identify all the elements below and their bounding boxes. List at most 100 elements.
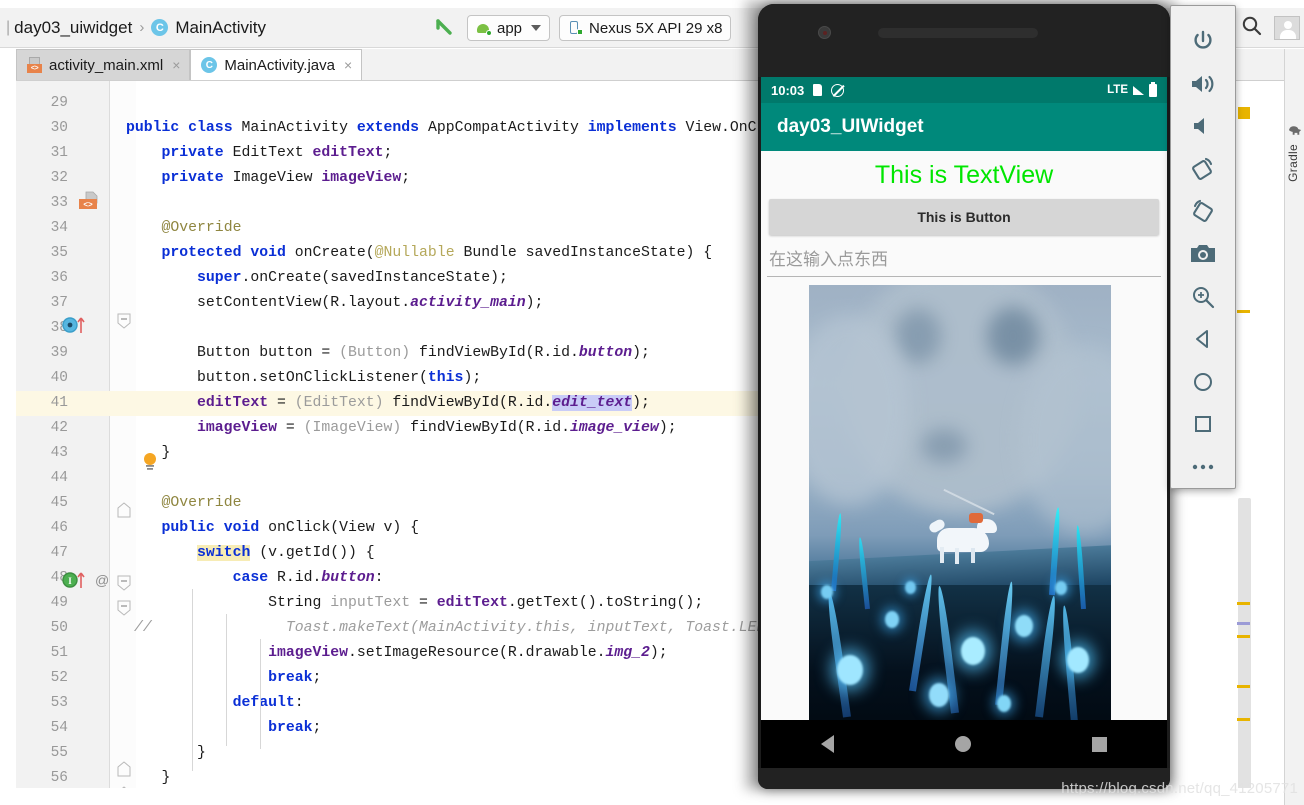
close-icon[interactable]: × [344, 57, 352, 73]
edittext-widget[interactable]: 在这输入点东西 [767, 243, 1161, 277]
back-nav-icon[interactable] [821, 735, 835, 753]
code-text[interactable]: break; [126, 666, 321, 691]
line-number: 56 [50, 770, 68, 786]
fold-marker-end-onclick[interactable] [117, 786, 131, 788]
close-icon[interactable]: × [172, 57, 180, 73]
line-number: 48 [50, 570, 68, 586]
code-text[interactable]: imageView.setImageResource(R.drawable.im… [126, 641, 668, 666]
device-label: Nexus 5X API 29 x8 [589, 19, 723, 37]
recents-nav-icon[interactable] [1091, 736, 1107, 752]
overview-button[interactable] [1170, 403, 1236, 446]
power-button[interactable] [1170, 20, 1236, 63]
code-text[interactable]: case R.id.button: [126, 566, 384, 591]
run-configuration-selector[interactable]: app [467, 15, 551, 41]
intention-bulb-icon[interactable] [142, 452, 158, 478]
code-text[interactable]: protected void onCreate(@Nullable Bundle… [126, 241, 713, 266]
svg-text:I: I [68, 576, 72, 586]
java-class-icon: C [151, 19, 169, 36]
code-text[interactable]: String inputText = editText.getText().to… [126, 591, 703, 616]
fold-marker-onclick[interactable] [117, 575, 131, 596]
line-number: 55 [50, 745, 68, 761]
signal-icon [1133, 85, 1144, 95]
tab-mainactivity-java[interactable]: C MainActivity.java × [190, 49, 363, 80]
screenshot-button[interactable] [1170, 233, 1236, 276]
code-text[interactable]: private EditText editText; [126, 141, 393, 166]
breadcrumb-separator: › [139, 19, 145, 36]
location-off-icon [831, 83, 845, 97]
code-text[interactable]: super.onCreate(savedInstanceState); [126, 266, 508, 291]
line-number: 29 [50, 95, 68, 111]
line-number: 45 [50, 495, 68, 511]
code-text[interactable]: imageView = (ImageView) findViewById(R.i… [126, 416, 677, 441]
android-navigation-bar[interactable] [761, 720, 1167, 768]
line-number: 35 [50, 245, 68, 261]
artwork-kodama [997, 695, 1011, 712]
line-number: 37 [50, 295, 68, 311]
breadcrumb-project[interactable]: day03_uiwidget [14, 18, 132, 38]
zoom-button[interactable] [1170, 275, 1236, 318]
line-number: 30 [50, 120, 68, 136]
build-hammer-icon[interactable] [430, 14, 458, 42]
fold-marker-oncreate[interactable] [117, 313, 131, 334]
override-method-icon[interactable] [62, 315, 88, 340]
home-button[interactable] [1170, 360, 1236, 403]
code-text[interactable]: break; [126, 716, 321, 741]
volume-down-button[interactable] [1170, 105, 1236, 148]
code-text[interactable]: button.setOnClickListener(this); [126, 366, 481, 391]
code-text[interactable]: } [126, 766, 171, 788]
line-number: 32 [50, 170, 68, 186]
back-button[interactable] [1170, 318, 1236, 361]
android-icon [476, 22, 492, 36]
code-text[interactable]: Toast.makeText(MainActivity.this, inputT… [126, 616, 828, 641]
code-text[interactable]: public class MainActivity extends AppCom… [126, 116, 828, 141]
layout-file-icon[interactable]: <> [78, 191, 100, 218]
breadcrumb-pipe: | [6, 18, 11, 36]
line-number: 38 [50, 320, 68, 336]
artwork-kodama [1055, 581, 1067, 595]
code-text[interactable]: private ImageView imageView; [126, 166, 411, 191]
line-number: 41 [50, 395, 68, 411]
fold-marker-end-switch[interactable] [117, 761, 131, 782]
artwork-kodama [885, 611, 899, 628]
line-number: 36 [50, 270, 68, 286]
app-action-bar: day03_UIWidget [761, 103, 1167, 151]
button-widget[interactable]: This is Button [769, 199, 1159, 235]
device-selector[interactable]: Nexus 5X API 29 x8 [559, 15, 732, 41]
line-number: 42 [50, 420, 68, 436]
line-number: 52 [50, 670, 68, 686]
code-text[interactable]: switch (v.getId()) { [126, 541, 375, 566]
implements-method-icon[interactable]: I @ [62, 570, 110, 595]
tab-activity-main-xml[interactable]: <> activity_main.xml × [16, 49, 191, 80]
fold-marker-switch[interactable] [117, 600, 131, 621]
java-class-icon: C [201, 57, 218, 73]
volume-up-button[interactable] [1170, 63, 1236, 106]
status-time: 10:03 [771, 82, 805, 98]
emulator-screen[interactable]: 10:03 LTE day03_UIWidget This is TextVie… [761, 77, 1167, 720]
line-number: 31 [50, 145, 68, 161]
artwork-kodama [1067, 647, 1089, 673]
emulator-toolbar[interactable] [1170, 5, 1236, 489]
code-text[interactable]: } [126, 741, 206, 766]
line-number: 40 [50, 370, 68, 386]
line-number: 34 [50, 220, 68, 236]
code-text[interactable]: editText = (EditText) findViewById(R.id.… [126, 391, 650, 416]
imageview-widget[interactable] [809, 285, 1111, 720]
code-text[interactable]: Button button = (Button) findViewById(R.… [126, 341, 650, 366]
more-button[interactable] [1170, 445, 1236, 488]
device-icon [568, 20, 584, 36]
fold-marker-end-oncreate[interactable] [117, 502, 131, 523]
rotate-left-button[interactable] [1170, 148, 1236, 191]
svg-text:@: @ [95, 572, 109, 588]
artwork-kodama [837, 655, 863, 685]
code-text[interactable]: @Override [126, 216, 242, 241]
rotate-right-button[interactable] [1170, 190, 1236, 233]
code-text[interactable]: @Override [126, 491, 242, 516]
code-text[interactable]: default: [126, 691, 304, 716]
android-emulator-window[interactable]: 10:03 LTE day03_UIWidget This is TextVie… [745, 0, 1304, 790]
breadcrumb[interactable]: | day03_uiwidget › C MainActivity [0, 18, 266, 38]
code-text[interactable]: public void onClick(View v) { [126, 516, 420, 541]
code-text[interactable]: setContentView(R.layout.activity_main); [126, 291, 543, 316]
home-nav-icon[interactable] [954, 736, 971, 752]
breadcrumb-class[interactable]: MainActivity [175, 18, 266, 38]
artwork-wolf-leg [971, 548, 975, 563]
